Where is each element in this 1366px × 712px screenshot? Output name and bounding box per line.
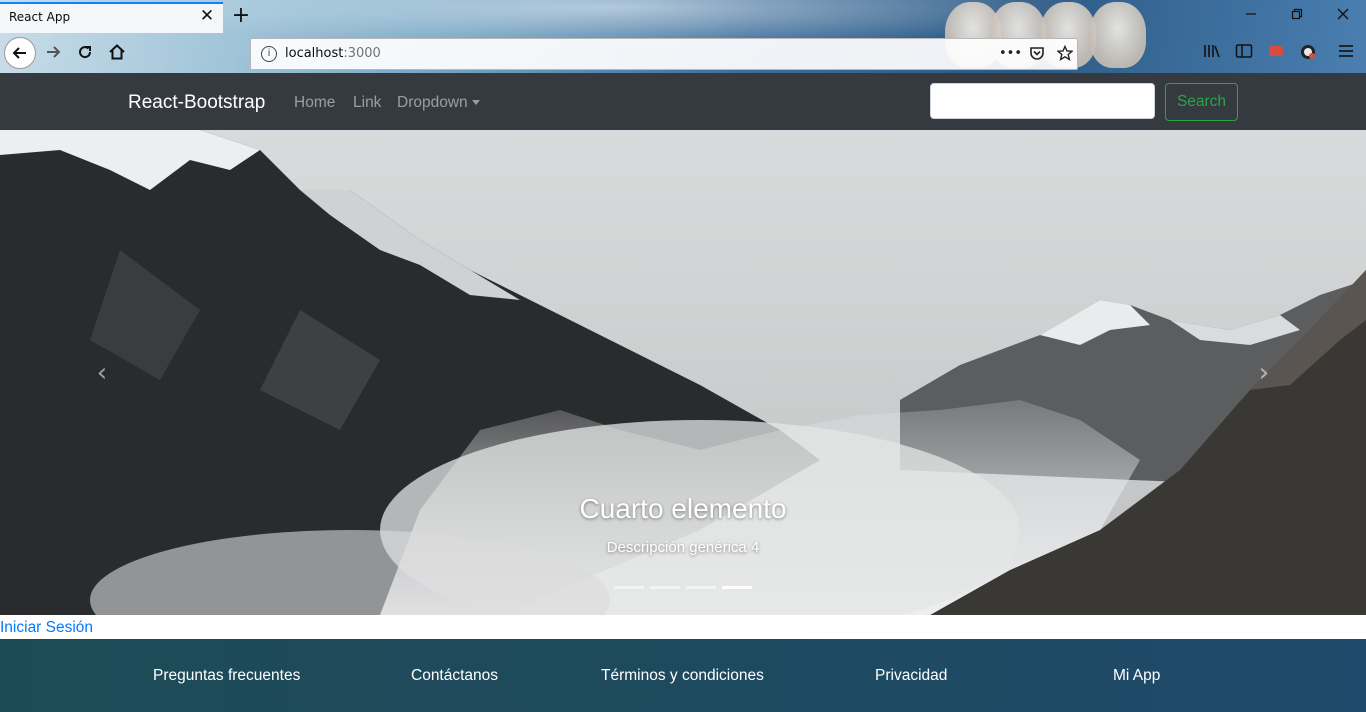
browser-tab[interactable]: React App ✕ [0,2,223,33]
close-tab-icon[interactable]: ✕ [199,7,215,25]
carousel-indicator[interactable] [722,586,752,589]
url-bar[interactable]: i localhost:3000 ••• [250,38,1078,70]
sidebar-icon[interactable] [1234,43,1254,63]
window-close-icon[interactable] [1328,4,1358,28]
carousel-caption-description: Descripción genérica 4 [606,539,760,556]
back-arrow-icon[interactable] [4,37,36,69]
page-actions-icon[interactable]: ••• [999,45,1022,63]
footer-link-terms[interactable]: Términos y condiciones [601,667,764,685]
nav-dropdown-label: Dropdown [397,94,468,111]
navbar-brand[interactable]: React-Bootstrap [128,92,265,114]
restore-icon[interactable] [1282,4,1312,28]
browser-toolbar: i localhost:3000 ••• [0,35,1366,73]
new-tab-button[interactable]: + [229,3,253,29]
caret-down-icon [471,100,480,106]
carousel-indicator[interactable] [650,586,680,589]
reload-icon[interactable] [70,37,100,67]
carousel: ‹ › Cuarto elemento Descripción genérica… [0,130,1366,615]
nav-link-link[interactable]: Link [353,94,381,112]
library-icon[interactable] [1202,43,1222,63]
carousel-next-icon[interactable]: › [1254,360,1274,386]
nav-link-home[interactable]: Home [294,94,335,112]
carousel-indicator[interactable] [686,586,716,589]
bookmark-star-icon[interactable] [1055,44,1075,63]
forward-arrow-icon[interactable] [38,37,68,67]
footer-link-faq[interactable]: Preguntas frecuentes [153,667,300,685]
search-button[interactable]: Search [1165,83,1238,121]
search-input[interactable] [930,83,1155,119]
footer-link-contact[interactable]: Contáctanos [411,667,498,685]
carousel-prev-icon[interactable]: ‹ [92,360,112,386]
home-icon[interactable] [102,37,132,67]
pocket-icon[interactable] [1027,45,1047,63]
footer-link-privacy[interactable]: Privacidad [875,667,947,685]
menu-hamburger-icon[interactable] [1336,43,1356,63]
extension-icon[interactable] [1266,43,1286,63]
tab-title: React App [9,10,71,24]
footer-link-myapp[interactable]: Mi App [1113,667,1160,685]
browser-chrome: React App ✕ + i localhost:3000 ••• [0,0,1366,73]
nav-dropdown[interactable]: Dropdown [397,94,480,112]
site-info-icon[interactable]: i [261,46,277,62]
url-text: localhost:3000 [285,46,381,61]
extension-profile-icon[interactable] [1298,43,1318,63]
carousel-caption-title: Cuarto elemento [579,493,787,524]
footer: Preguntas frecuentes Contáctanos Término… [0,639,1366,712]
carousel-indicator[interactable] [614,586,644,589]
app-navbar: React-Bootstrap Home Link Dropdown Searc… [0,73,1366,130]
minimize-icon[interactable] [1236,4,1266,28]
login-link[interactable]: Iniciar Sesión [0,619,93,637]
